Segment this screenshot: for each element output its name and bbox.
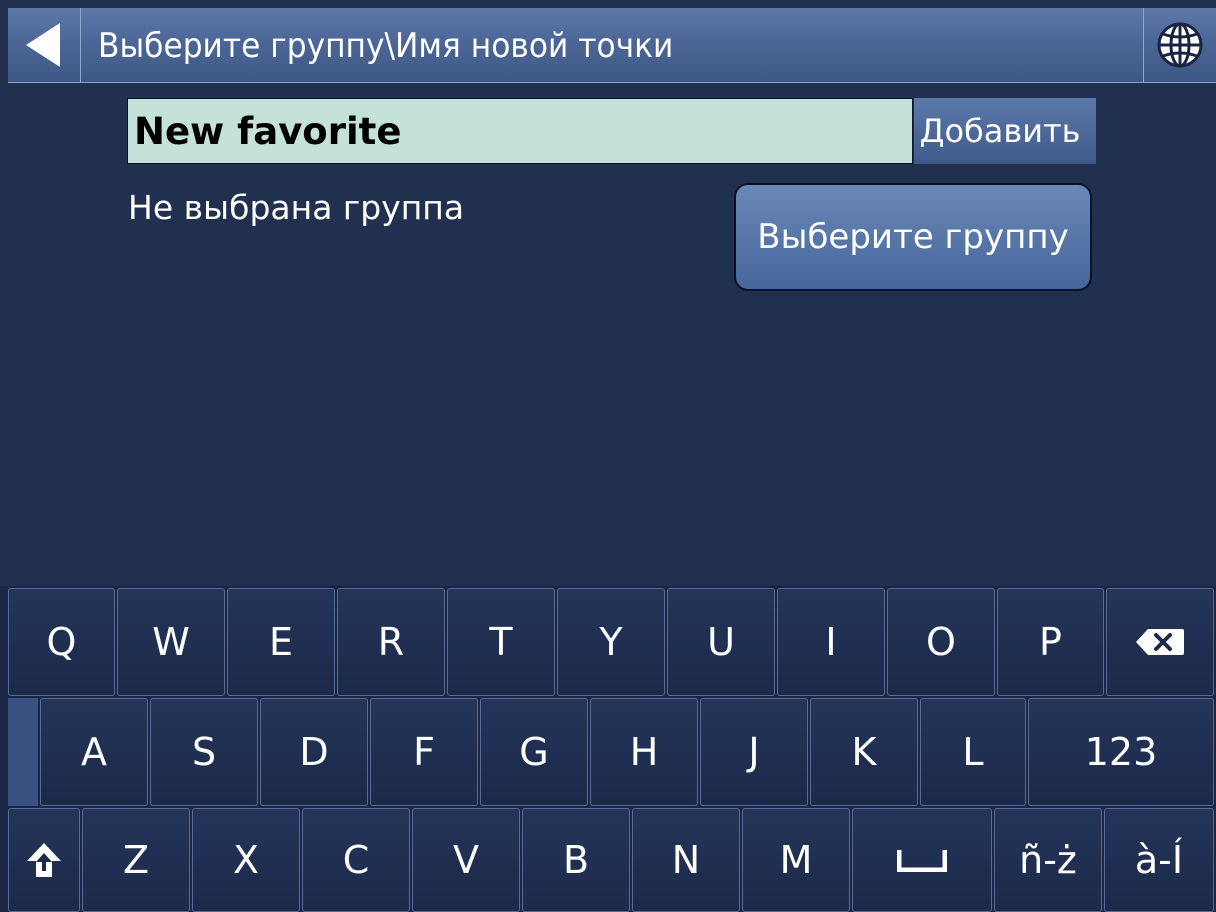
key-m[interactable]: M: [742, 808, 850, 912]
backspace-icon: [1136, 629, 1184, 655]
on-screen-keyboard: Q W E R T Y U I O P A S D F G H J K L 12…: [0, 586, 1216, 912]
key-w[interactable]: W: [117, 588, 225, 696]
shift-icon: [27, 843, 61, 877]
back-arrow-icon: [26, 23, 60, 67]
key-k[interactable]: K: [810, 698, 918, 806]
key-v[interactable]: V: [412, 808, 520, 912]
backspace-key[interactable]: [1106, 588, 1214, 696]
key-t[interactable]: T: [447, 588, 555, 696]
key-z[interactable]: Z: [82, 808, 190, 912]
add-button-label: Добавить: [919, 112, 1081, 150]
key-j[interactable]: J: [700, 698, 808, 806]
key-p[interactable]: P: [997, 588, 1104, 696]
favorite-name-input[interactable]: [127, 98, 913, 164]
key-a[interactable]: A: [40, 698, 148, 806]
key-s[interactable]: S: [150, 698, 258, 806]
key-r[interactable]: R: [337, 588, 445, 696]
key-q[interactable]: Q: [8, 588, 115, 696]
key-y[interactable]: Y: [557, 588, 665, 696]
key-e[interactable]: E: [227, 588, 335, 696]
select-group-button[interactable]: Выберите группу: [734, 183, 1092, 291]
accent-key-2[interactable]: à-Í: [1104, 808, 1214, 912]
space-icon: [897, 850, 947, 872]
shift-key[interactable]: [8, 808, 80, 912]
globe-icon: [1157, 22, 1203, 68]
key-h[interactable]: H: [590, 698, 698, 806]
numbers-key[interactable]: 123: [1028, 698, 1214, 806]
key-d[interactable]: D: [260, 698, 368, 806]
space-key[interactable]: [852, 808, 992, 912]
keyboard-row-pad: [8, 698, 38, 806]
accent-key-1[interactable]: ñ-ż: [994, 808, 1102, 912]
key-i[interactable]: I: [777, 588, 885, 696]
page-title: Выберите группу\Имя новой точки: [98, 26, 674, 66]
key-x[interactable]: X: [192, 808, 300, 912]
group-status-text: Не выбрана группа: [128, 188, 465, 227]
key-u[interactable]: U: [667, 588, 775, 696]
key-b[interactable]: B: [522, 808, 630, 912]
key-c[interactable]: C: [302, 808, 410, 912]
key-g[interactable]: G: [480, 698, 588, 806]
title-bar: Выберите группу\Имя новой точки: [8, 8, 1216, 83]
key-f[interactable]: F: [370, 698, 478, 806]
globe-button[interactable]: [1143, 8, 1216, 82]
key-o[interactable]: O: [887, 588, 995, 696]
key-n[interactable]: N: [632, 808, 740, 912]
key-l[interactable]: L: [920, 698, 1026, 806]
add-button[interactable]: Добавить: [914, 98, 1096, 164]
back-button[interactable]: [8, 8, 81, 82]
